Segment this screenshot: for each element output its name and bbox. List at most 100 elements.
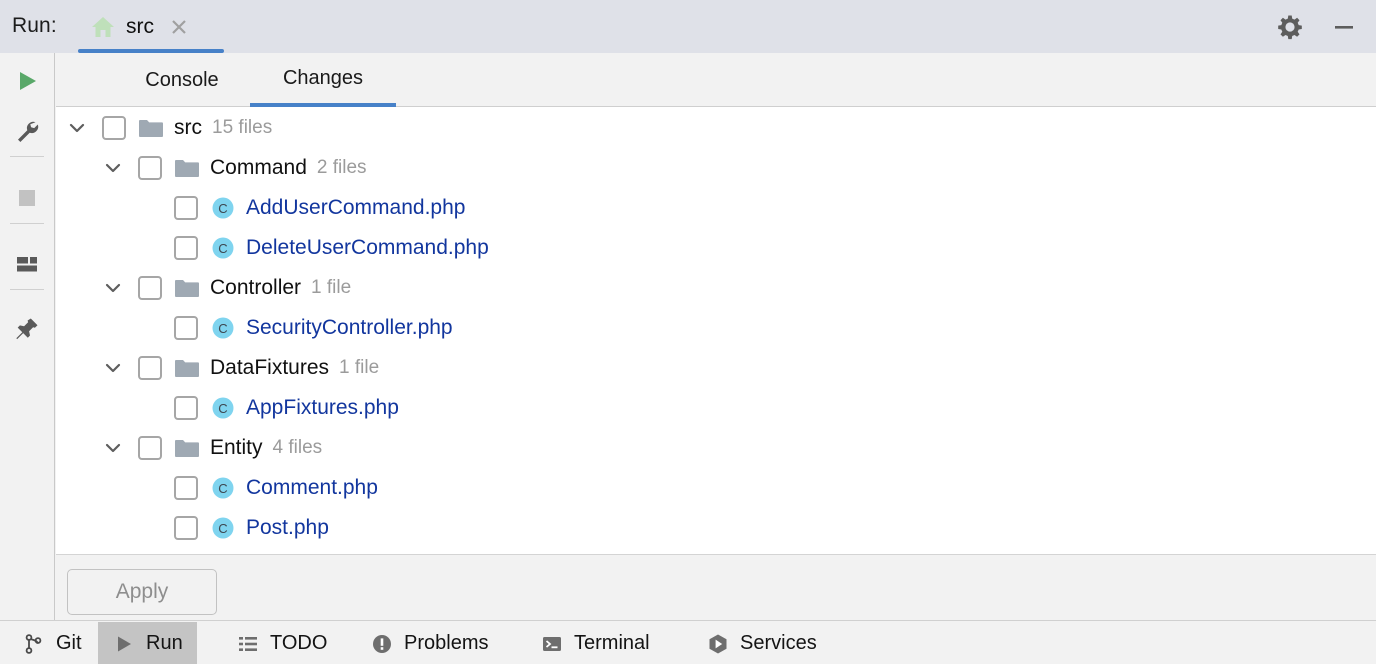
tree-row-folder[interactable]: Controller 1 file [56, 268, 1376, 308]
statusbar-git-label: Git [56, 632, 82, 654]
tree-folder-name: src [174, 116, 202, 139]
play-icon [14, 68, 40, 99]
svg-text:C: C [218, 401, 227, 416]
folder-icon [174, 358, 200, 378]
tree-row-file[interactable]: C AddUserCommand.php [56, 188, 1376, 228]
statusbar-item-git[interactable]: Git [8, 622, 96, 664]
stop-button[interactable] [0, 178, 54, 222]
changes-panel: Console Changes src 15 files Command 2 file… [56, 53, 1376, 620]
tree-folder-file-count: 1 file [339, 357, 380, 378]
tree-row-checkbox[interactable] [138, 276, 162, 300]
tree-row-checkbox[interactable] [174, 316, 198, 340]
services-hexagon-icon [706, 632, 730, 656]
tree-row-file[interactable]: C AppFixtures.php [56, 388, 1376, 428]
tab-changes[interactable]: Changes [250, 53, 396, 107]
apply-button[interactable]: Apply [67, 569, 217, 615]
titlebar: Run: src [0, 0, 1376, 53]
statusbar-problems-label: Problems [404, 632, 489, 654]
settings-button[interactable] [0, 111, 54, 155]
chevron-down-icon[interactable] [64, 115, 90, 141]
tree-row-folder[interactable]: DataFixtures 1 file [56, 348, 1376, 388]
folder-icon [174, 278, 200, 298]
tree-row-folder[interactable]: Command 2 files [56, 148, 1376, 188]
left-toolbar [0, 53, 55, 620]
pin-icon [14, 316, 40, 347]
panel-tabbar: Console Changes [56, 53, 1376, 107]
gear-icon[interactable] [1276, 13, 1304, 41]
chevron-down-icon[interactable] [100, 275, 126, 301]
tree-file-name[interactable]: DeleteUserCommand.php [246, 236, 489, 260]
statusbar-item-terminal[interactable]: Terminal [526, 622, 664, 664]
divider [10, 156, 44, 157]
tree-row-checkbox[interactable] [174, 516, 198, 540]
rerun-button[interactable] [0, 61, 54, 105]
tab-src[interactable]: src [78, 0, 202, 53]
tree-folder-name: Controller [210, 276, 302, 299]
php-class-icon: C [210, 235, 236, 261]
statusbar-item-run[interactable]: Run [98, 622, 197, 664]
home-icon [90, 15, 116, 39]
tree-row-checkbox[interactable] [138, 156, 162, 180]
tree-folder-name: DataFixtures [210, 356, 330, 379]
tree-file-name[interactable]: SecurityController.php [246, 316, 453, 340]
tree-folder-file-count: 15 files [212, 117, 273, 138]
statusbar-item-services[interactable]: Services [692, 622, 831, 664]
changes-file-tree[interactable]: src 15 files Command 2 files C AddUserCommand… [56, 108, 1376, 606]
statusbar-todo-label: TODO [270, 632, 328, 654]
close-icon[interactable] [168, 16, 190, 38]
tree-row-checkbox[interactable] [174, 196, 198, 220]
svg-text:C: C [218, 201, 227, 216]
tree-file-name[interactable]: Post.php [246, 516, 329, 540]
divider [10, 223, 44, 224]
todo-list-icon [236, 632, 260, 656]
chevron-down-icon[interactable] [100, 355, 126, 381]
folder-icon [138, 118, 164, 138]
folder-icon [174, 438, 200, 458]
tree-folder-file-count: 2 files [316, 157, 367, 178]
tree-file-name[interactable]: AddUserCommand.php [246, 196, 465, 220]
layout-grid-icon [14, 251, 40, 282]
svg-text:C: C [218, 241, 227, 256]
tab-console[interactable]: Console [114, 53, 250, 107]
play-icon [112, 632, 136, 656]
tab-changes-label: Changes [282, 66, 364, 89]
tree-row-folder[interactable]: src 15 files [56, 108, 1376, 148]
tree-row-checkbox[interactable] [138, 356, 162, 380]
php-class-icon: C [210, 515, 236, 541]
git-branch-icon [22, 632, 46, 656]
php-class-icon: C [210, 475, 236, 501]
tree-row-file[interactable]: C Comment.php [56, 468, 1376, 508]
statusbar-item-todo[interactable]: TODO [222, 622, 341, 664]
apply-bar: Apply [56, 554, 1376, 620]
layout-button[interactable] [0, 244, 54, 288]
tree-folder-file-count: 4 files [272, 437, 323, 458]
run-label: Run: [12, 14, 57, 37]
tree-row-checkbox[interactable] [174, 236, 198, 260]
stop-square-icon [14, 185, 40, 216]
tree-row-checkbox[interactable] [174, 396, 198, 420]
statusbar-item-problems[interactable]: Problems [356, 622, 502, 664]
chevron-down-icon[interactable] [100, 435, 126, 461]
titlebar-actions [1276, 0, 1366, 53]
tree-row-checkbox[interactable] [138, 436, 162, 460]
terminal-icon [540, 632, 564, 656]
tree-row-file[interactable]: C SecurityController.php [56, 308, 1376, 348]
tree-row-file[interactable]: C Post.php [56, 508, 1376, 548]
divider [10, 289, 44, 290]
tree-row-file[interactable]: C DeleteUserCommand.php [56, 228, 1376, 268]
problem-exclamation-icon [370, 632, 394, 656]
tree-file-name[interactable]: Comment.php [246, 476, 378, 500]
svg-text:C: C [218, 521, 227, 536]
statusbar-services-label: Services [740, 632, 817, 654]
tree-row-checkbox[interactable] [174, 476, 198, 500]
run-tool-window: Run: src Console Changes src 15 files Co… [0, 0, 1376, 664]
php-class-icon: C [210, 195, 236, 221]
chevron-down-icon[interactable] [100, 155, 126, 181]
tree-row-folder[interactable]: Entity 4 files [56, 428, 1376, 468]
svg-text:C: C [218, 481, 227, 496]
tree-file-name[interactable]: AppFixtures.php [246, 396, 399, 420]
minimize-icon[interactable] [1330, 13, 1358, 41]
pin-button[interactable] [0, 309, 54, 353]
tab-title: src [126, 14, 154, 38]
tree-row-checkbox[interactable] [102, 116, 126, 140]
